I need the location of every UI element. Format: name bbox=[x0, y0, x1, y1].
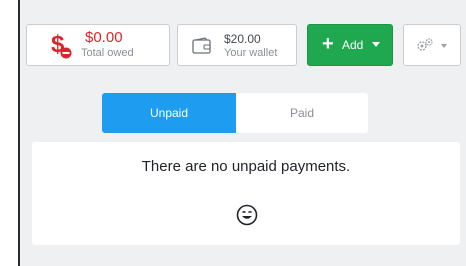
total-owed-amount: $0.00 bbox=[85, 29, 123, 46]
settings-dropdown-button[interactable] bbox=[403, 24, 461, 66]
total-owed-label: Total owed bbox=[81, 47, 134, 59]
payment-tabs: Unpaid Paid bbox=[102, 93, 368, 133]
add-button-label: Add bbox=[342, 38, 364, 52]
plus-icon: + bbox=[322, 33, 334, 55]
gears-icon bbox=[417, 38, 433, 51]
wallet-label: Your wallet bbox=[224, 47, 278, 59]
toolbar: $ $0.00 Total owed $20.00 Your wallet + … bbox=[20, 0, 466, 76]
chevron-down-icon bbox=[372, 42, 380, 47]
wallet-button[interactable]: $20.00 Your wallet bbox=[177, 24, 297, 66]
empty-state-message: There are no unpaid payments. bbox=[141, 158, 351, 175]
app-frame: $ $0.00 Total owed $20.00 Your wallet + … bbox=[18, 0, 466, 266]
tab-paid[interactable]: Paid bbox=[236, 93, 368, 133]
wallet-icon bbox=[192, 37, 211, 54]
tab-unpaid[interactable]: Unpaid bbox=[102, 93, 236, 133]
smile-icon bbox=[236, 204, 258, 226]
total-owed-button[interactable]: $ $0.00 Total owed bbox=[26, 24, 170, 66]
dollar-minus-icon: $ bbox=[51, 31, 72, 59]
payments-panel: There are no unpaid payments. bbox=[32, 142, 460, 245]
chevron-down-icon bbox=[441, 44, 447, 48]
wallet-amount: $20.00 bbox=[224, 32, 261, 46]
add-button[interactable]: + Add bbox=[307, 24, 393, 66]
